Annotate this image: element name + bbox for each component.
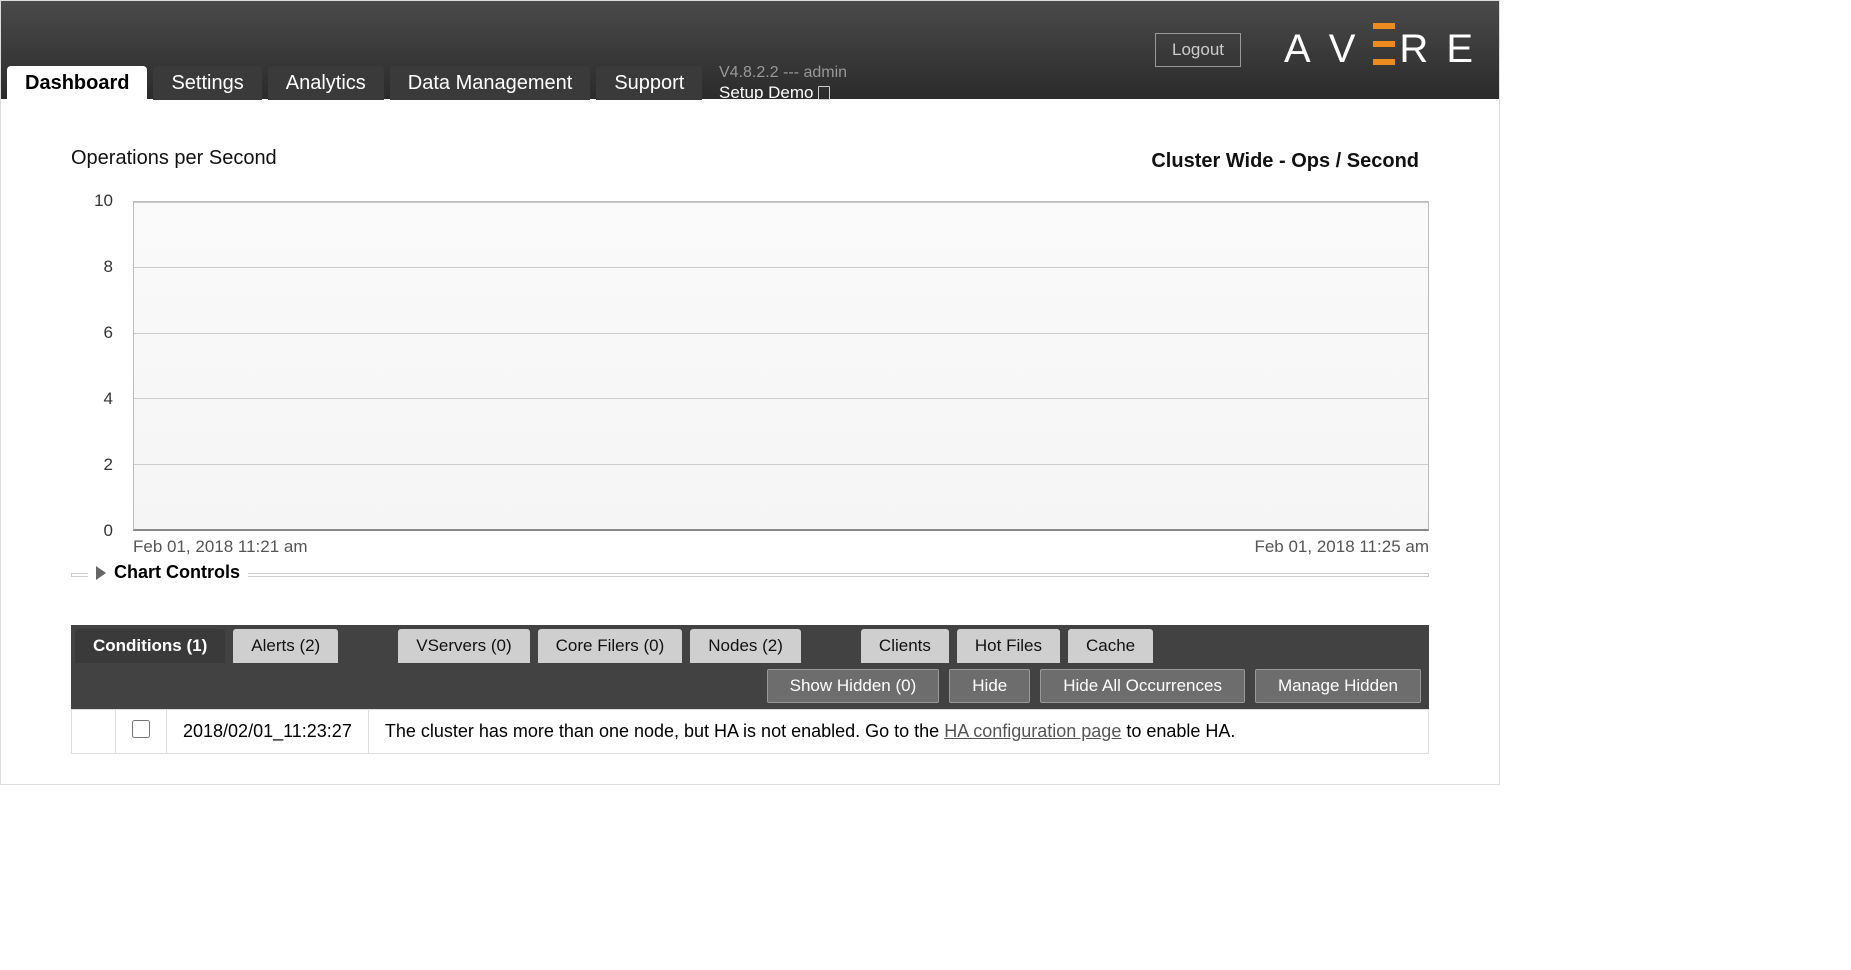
chart-controls-label: Chart Controls <box>114 562 240 583</box>
tab-nodes[interactable]: Nodes (2) <box>690 629 801 663</box>
expand-cell[interactable] <box>72 710 116 754</box>
document-icon <box>818 86 830 100</box>
ytick-label: 10 <box>81 191 113 211</box>
ytick-label: 2 <box>81 455 113 475</box>
chart-plot-area <box>133 201 1429 531</box>
app-header: Logout AVRE V4.8.2.2 --- admin Setup Dem… <box>1 1 1499 99</box>
manage-hidden-button[interactable]: Manage Hidden <box>1255 669 1421 703</box>
timestamp-cell: 2018/02/01_11:23:27 <box>167 710 369 754</box>
tab-alerts[interactable]: Alerts (2) <box>233 629 338 663</box>
tab-hot-files[interactable]: Hot Files <box>957 629 1060 663</box>
tab-support[interactable]: Support <box>596 66 702 100</box>
tab-core-filers[interactable]: Core Filers (0) <box>538 629 683 663</box>
ytick-label: 8 <box>81 257 113 277</box>
tab-vservers[interactable]: VServers (0) <box>398 629 529 663</box>
msg-text-post: to enable HA. <box>1121 721 1235 741</box>
tab-data-management[interactable]: Data Management <box>390 66 591 100</box>
logout-button[interactable]: Logout <box>1155 33 1241 67</box>
conditions-table: 2018/02/01_11:23:27 The cluster has more… <box>71 709 1429 754</box>
tab-conditions[interactable]: Conditions (1) <box>75 629 225 663</box>
ha-config-link[interactable]: HA configuration page <box>944 721 1121 741</box>
message-cell: The cluster has more than one node, but … <box>368 710 1428 754</box>
msg-text-pre: The cluster has more than one node, but … <box>385 721 944 741</box>
xaxis-end-label: Feb 01, 2018 11:25 am <box>1254 537 1429 557</box>
tab-dashboard[interactable]: Dashboard <box>7 66 147 100</box>
status-tabs-bar: Conditions (1) Alerts (2) VServers (0) C… <box>71 625 1429 663</box>
tab-cache[interactable]: Cache <box>1068 629 1153 663</box>
tab-clients[interactable]: Clients <box>861 629 949 663</box>
chart-container: 10 8 6 4 2 0 Feb 01, 2018 11:21 am Feb 0… <box>119 201 1429 531</box>
content-area: Operations per Second Cluster Wide - Ops… <box>1 99 1499 784</box>
xaxis-start-label: Feb 01, 2018 11:21 am <box>133 537 308 557</box>
tab-analytics[interactable]: Analytics <box>268 66 384 100</box>
tab-settings[interactable]: Settings <box>153 66 261 100</box>
version-info: V4.8.2.2 --- admin <box>719 64 847 82</box>
setup-demo-link[interactable]: Setup Demo <box>719 83 830 103</box>
chart-controls-panel: Chart Controls <box>71 573 1429 577</box>
setup-demo-label: Setup Demo <box>719 83 814 103</box>
hide-all-button[interactable]: Hide All Occurrences <box>1040 669 1245 703</box>
main-tabs: Dashboard Settings Analytics Data Manage… <box>7 66 702 100</box>
ytick-label: 4 <box>81 389 113 409</box>
table-actions-row: Show Hidden (0) Hide Hide All Occurrence… <box>71 663 1429 709</box>
row-checkbox[interactable] <box>132 720 150 738</box>
show-hidden-button[interactable]: Show Hidden (0) <box>767 669 940 703</box>
ytick-label: 0 <box>81 521 113 541</box>
table-row: 2018/02/01_11:23:27 The cluster has more… <box>72 710 1429 754</box>
chevron-right-icon <box>96 566 106 580</box>
chart-controls-toggle[interactable]: Chart Controls <box>88 562 248 583</box>
hide-button[interactable]: Hide <box>949 669 1030 703</box>
ytick-label: 6 <box>81 323 113 343</box>
brand-logo: AVRE <box>1284 19 1487 79</box>
